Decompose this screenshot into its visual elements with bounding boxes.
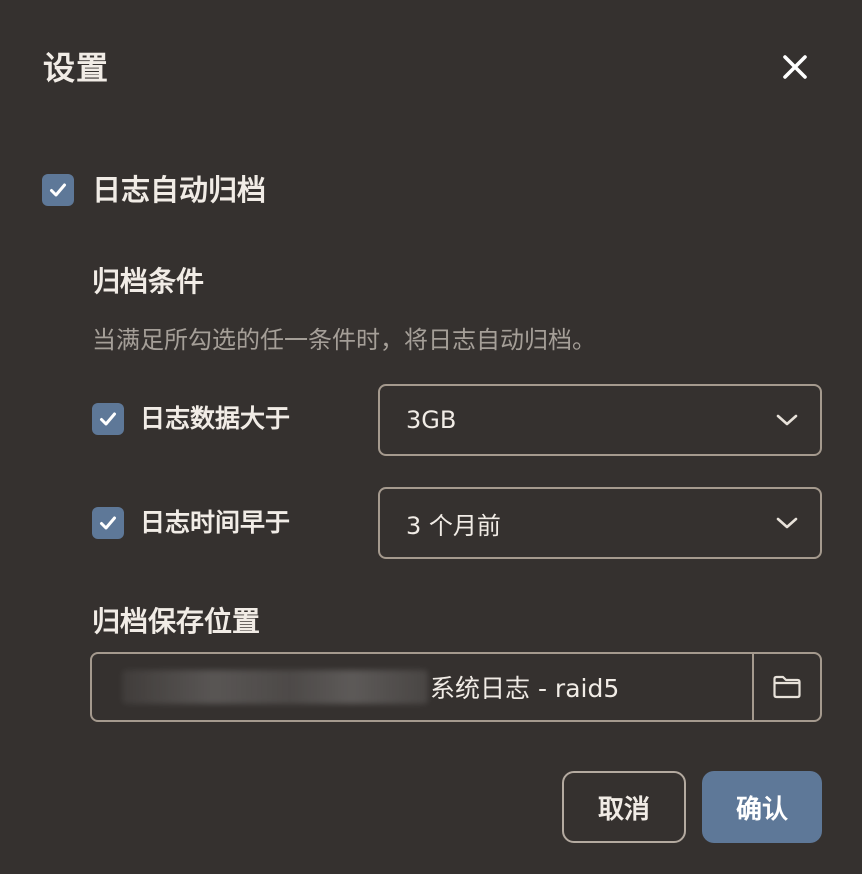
close-icon: [783, 55, 807, 79]
cancel-button[interactable]: 取消: [562, 771, 686, 843]
conditions-description: 当满足所勾选的任一条件时，将日志自动归档。: [92, 326, 596, 354]
checkmark-icon: [100, 412, 116, 426]
age-threshold-value: 3 个月前: [406, 511, 501, 540]
auto-archive-label: 日志自动归档: [92, 173, 267, 207]
age-condition-checkbox[interactable]: [92, 507, 124, 539]
auto-archive-row[interactable]: 日志自动归档: [42, 170, 266, 210]
size-threshold-value: 3GB: [406, 406, 457, 434]
save-location-title: 归档保存位置: [92, 605, 261, 638]
size-threshold-select[interactable]: 3GB: [378, 384, 822, 456]
size-condition-row[interactable]: 日志数据大于: [92, 402, 290, 436]
size-condition-checkbox[interactable]: [92, 403, 124, 435]
size-condition-label: 日志数据大于: [140, 404, 291, 433]
auto-archive-checkbox[interactable]: [42, 174, 74, 206]
browse-folder-button[interactable]: [752, 654, 820, 720]
folder-icon: [773, 675, 801, 699]
settings-dialog: 设置 日志自动归档 归档条件 当满足所勾选的任一条件时，将日志自动归档。 日志数…: [0, 0, 862, 874]
chevron-down-icon: [774, 407, 800, 433]
close-button[interactable]: [776, 48, 814, 86]
save-location-input[interactable]: 系统日志 - raid5: [92, 654, 752, 720]
dialog-title: 设置: [43, 49, 110, 87]
save-location-field: 系统日志 - raid5: [90, 652, 822, 722]
checkmark-icon: [100, 516, 116, 530]
age-condition-row[interactable]: 日志时间早于: [92, 506, 290, 540]
chevron-down-icon: [774, 510, 800, 536]
conditions-title: 归档条件: [92, 265, 205, 298]
checkmark-icon: [50, 183, 66, 197]
age-condition-label: 日志时间早于: [140, 508, 291, 537]
age-threshold-select[interactable]: 3 个月前: [378, 487, 822, 559]
save-location-path: 系统日志 - raid5: [430, 674, 620, 703]
redacted-path-prefix: [122, 670, 428, 704]
confirm-button[interactable]: 确认: [702, 771, 822, 843]
